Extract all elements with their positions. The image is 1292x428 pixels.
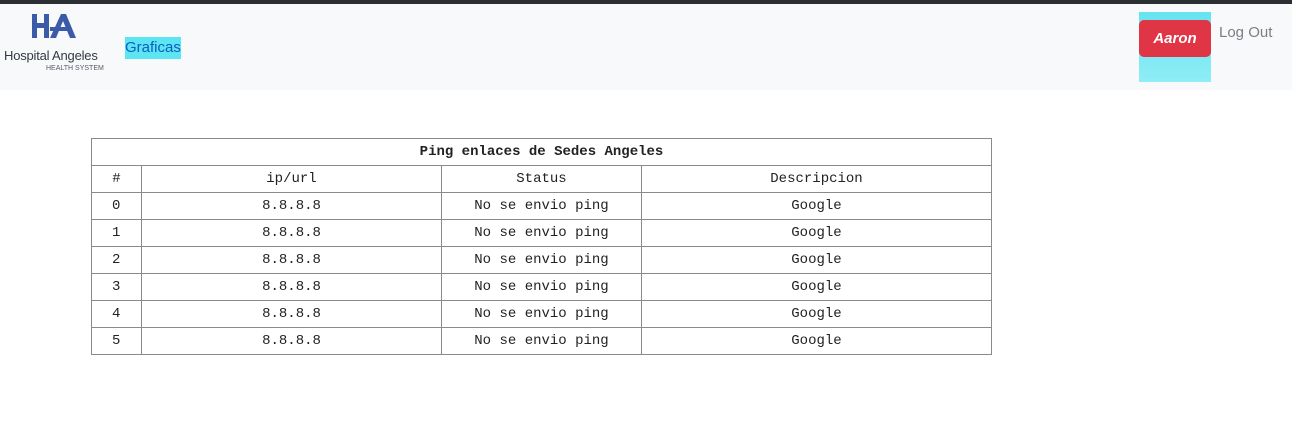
user-menu: Aaron — [1139, 12, 1211, 82]
table-header-row: # ip/url Status Descripcion — [91, 165, 992, 193]
table-caption-row: Ping enlaces de Sedes Angeles — [91, 138, 992, 166]
cell-index: 4 — [91, 300, 142, 328]
table-row: 5 8.8.8.8 No se envio ping Google — [91, 327, 992, 355]
cell-ip-url: 8.8.8.8 — [141, 192, 442, 220]
cell-ip-url: 8.8.8.8 — [141, 246, 442, 274]
table-row: 3 8.8.8.8 No se envio ping Google — [91, 273, 992, 301]
table-row: 4 8.8.8.8 No se envio ping Google — [91, 300, 992, 328]
cell-index: 1 — [91, 219, 142, 247]
table-caption: Ping enlaces de Sedes Angeles — [91, 138, 992, 166]
cell-status: No se envio ping — [441, 246, 642, 274]
cell-ip-url: 8.8.8.8 — [141, 300, 442, 328]
cell-status: No se envio ping — [441, 273, 642, 301]
cell-index: 5 — [91, 327, 142, 355]
brand-subtitle: HEALTH SYSTEM — [46, 65, 104, 72]
table-row: 0 8.8.8.8 No se envio ping Google — [91, 192, 992, 220]
cell-status: No se envio ping — [441, 219, 642, 247]
cell-status: No se envio ping — [441, 327, 642, 355]
column-header-index: # — [91, 165, 142, 193]
cell-descripcion: Google — [641, 327, 992, 355]
column-header-ip-url: ip/url — [141, 165, 442, 193]
column-header-status: Status — [441, 165, 642, 193]
cell-status: No se envio ping — [441, 192, 642, 220]
cell-index: 3 — [91, 273, 142, 301]
hospital-angeles-logo-icon — [32, 14, 76, 38]
cell-ip-url: 8.8.8.8 — [141, 327, 442, 355]
cell-descripcion: Google — [641, 192, 992, 220]
brand-logo[interactable]: Hospital Angeles HEALTH SYSTEM — [0, 10, 112, 76]
cell-ip-url: 8.8.8.8 — [141, 219, 442, 247]
cell-descripcion: Google — [641, 246, 992, 274]
cell-descripcion: Google — [641, 219, 992, 247]
user-button[interactable]: Aaron — [1139, 20, 1211, 57]
column-header-descripcion: Descripcion — [641, 165, 992, 193]
cell-descripcion: Google — [641, 300, 992, 328]
cell-index: 2 — [91, 246, 142, 274]
ping-table: Ping enlaces de Sedes Angeles # ip/url S… — [91, 138, 992, 355]
table-row: 2 8.8.8.8 No se envio ping Google — [91, 246, 992, 274]
cell-descripcion: Google — [641, 273, 992, 301]
brand-name: Hospital Angeles — [4, 48, 98, 63]
table-row: 1 8.8.8.8 No se envio ping Google — [91, 219, 992, 247]
cell-status: No se envio ping — [441, 300, 642, 328]
cell-index: 0 — [91, 192, 142, 220]
nav-link-graficas[interactable]: Graficas — [125, 37, 181, 59]
cell-ip-url: 8.8.8.8 — [141, 273, 442, 301]
navbar: Hospital Angeles HEALTH SYSTEM Graficas … — [0, 4, 1292, 90]
logout-link[interactable]: Log Out — [1219, 24, 1272, 41]
